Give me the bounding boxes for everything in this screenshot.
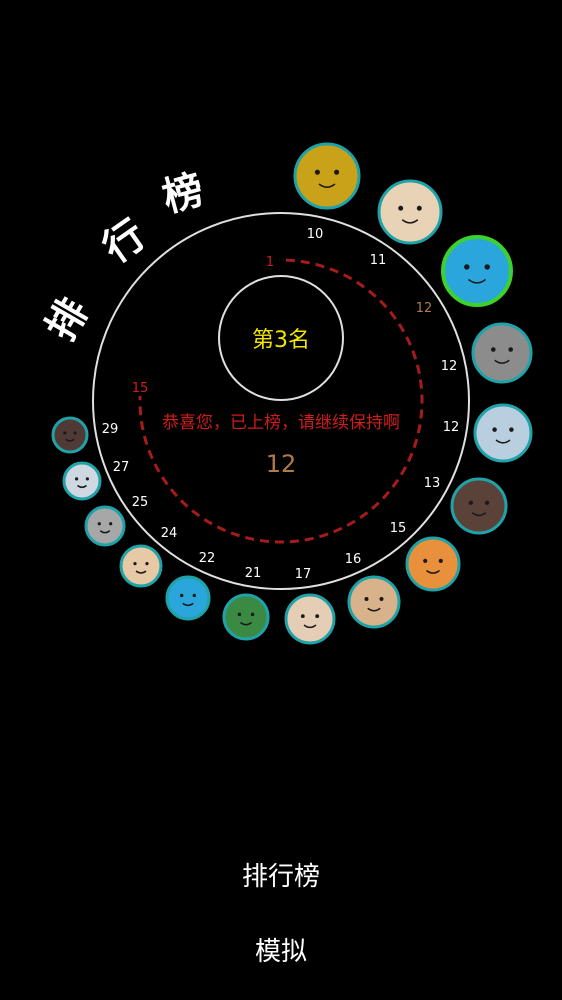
- avatar-frame: [51, 416, 89, 454]
- avatar-eye: [300, 614, 305, 619]
- avatar-red-hair-girl[interactable]: [284, 593, 336, 645]
- ring-label: 24: [161, 526, 178, 541]
- ring-label: 15: [390, 521, 407, 536]
- avatar-eye: [109, 522, 113, 526]
- avatar-frame: [347, 575, 401, 629]
- avatar-eye: [423, 558, 428, 563]
- avatar-boy-orange-shirt[interactable]: [405, 536, 461, 592]
- avatar-frame: [284, 593, 336, 645]
- ring-label: 12: [441, 359, 458, 374]
- ring-label: 25: [132, 495, 149, 510]
- avatar-eye: [75, 477, 79, 481]
- avatar-dark-hair-child[interactable]: [51, 416, 89, 454]
- congrats-message: 恭喜您，已上榜，请继续保持啊: [162, 413, 400, 433]
- avatar-frame: [405, 536, 461, 592]
- avatar-frame: [441, 235, 513, 307]
- progress-dashed-arc: [138, 258, 424, 544]
- arc-end-label: 15: [132, 381, 149, 396]
- ring-label: 27: [113, 460, 130, 475]
- rank-label: 第3名: [252, 328, 310, 353]
- avatar-eye: [180, 593, 184, 598]
- avatar-frame: [473, 403, 533, 463]
- title-char: 排: [38, 291, 98, 349]
- leaderboard-button[interactable]: 排行榜: [0, 856, 562, 893]
- avatar-frame: [450, 477, 508, 535]
- avatar-frame: [293, 142, 361, 210]
- avatar-eye: [314, 169, 320, 175]
- score-value: 12: [266, 450, 297, 478]
- avatar-eye: [464, 264, 470, 270]
- avatar-eye: [97, 522, 101, 526]
- avatar-eye: [85, 477, 89, 481]
- ring-label: 13: [424, 476, 441, 491]
- ring-label: 21: [245, 566, 262, 581]
- avatar-eye: [133, 562, 137, 566]
- ring-label: 29: [102, 422, 119, 437]
- avatar-eye: [364, 597, 369, 601]
- avatar-frame: [471, 322, 533, 384]
- avatar-eye: [484, 500, 490, 505]
- avatar-eye: [145, 562, 149, 566]
- avatar-girl-pink-dress[interactable]: [377, 179, 443, 245]
- avatar-frame: [62, 461, 102, 501]
- avatar-frame: [84, 505, 126, 547]
- avatar-eye: [334, 169, 340, 175]
- ring-label: 16: [345, 552, 362, 567]
- ring-label: 12: [443, 420, 460, 435]
- avatar-eye: [509, 427, 514, 432]
- ring-label: 12: [416, 301, 433, 316]
- avatar-sketch-character[interactable]: [84, 505, 126, 547]
- avatar-emoji-face[interactable]: [293, 142, 361, 210]
- avatar-eye: [192, 593, 196, 598]
- avatar-girl-long-hair[interactable]: [119, 544, 163, 588]
- avatar-eye: [468, 500, 474, 505]
- avatar-eye: [484, 264, 490, 270]
- title-char: 行: [95, 212, 154, 273]
- avatar-eye: [490, 347, 496, 352]
- avatar-frame: [165, 575, 211, 621]
- avatar-blond-kid[interactable]: [347, 575, 401, 629]
- avatar-eye: [438, 558, 443, 563]
- avatar-gray-sketch-boy[interactable]: [471, 322, 533, 384]
- avatar-eye: [63, 431, 67, 435]
- ring-label: 11: [370, 253, 387, 268]
- avatar-boy-green-shirt[interactable]: [222, 593, 270, 641]
- avatar-eye: [398, 205, 404, 211]
- avatar-eye: [379, 597, 384, 601]
- avatar-frame: [222, 593, 270, 641]
- title-char: 榜: [158, 167, 209, 222]
- avatar-girl-dark-hair[interactable]: [450, 477, 508, 535]
- avatar-cartoon-rabbit[interactable]: [473, 403, 533, 463]
- ring-score-labels: 10 11 12 12 12 13 15 16 17 21 22 24 25 27 29: [102, 227, 460, 582]
- avatar-frame: [119, 544, 163, 588]
- avatar-eye: [416, 205, 422, 211]
- avatar-blue-monster-small[interactable]: [165, 575, 211, 621]
- leaderboard-dial: 排行榜 第3名 恭喜您，已上榜，请继续保持啊 12 1 15 101112121…: [38, 142, 533, 645]
- leaderboard-title: 排行榜: [38, 167, 209, 349]
- avatar-eye: [250, 612, 255, 617]
- arc-start-label: 1: [266, 255, 274, 270]
- avatar-frame: [377, 179, 443, 245]
- avatar-eye: [237, 612, 242, 617]
- avatar-eye: [492, 427, 497, 432]
- simulate-button[interactable]: 模拟: [0, 931, 562, 968]
- avatar-blue-monster[interactable]: [441, 235, 513, 307]
- avatar-eye: [508, 347, 514, 352]
- ring-label: 17: [295, 567, 312, 582]
- avatar-eye: [315, 614, 320, 619]
- ring-label: 22: [199, 551, 216, 566]
- avatar-eye: [73, 431, 77, 435]
- ring-label: 10: [307, 227, 324, 242]
- avatar-sketch-rabbit[interactable]: [62, 461, 102, 501]
